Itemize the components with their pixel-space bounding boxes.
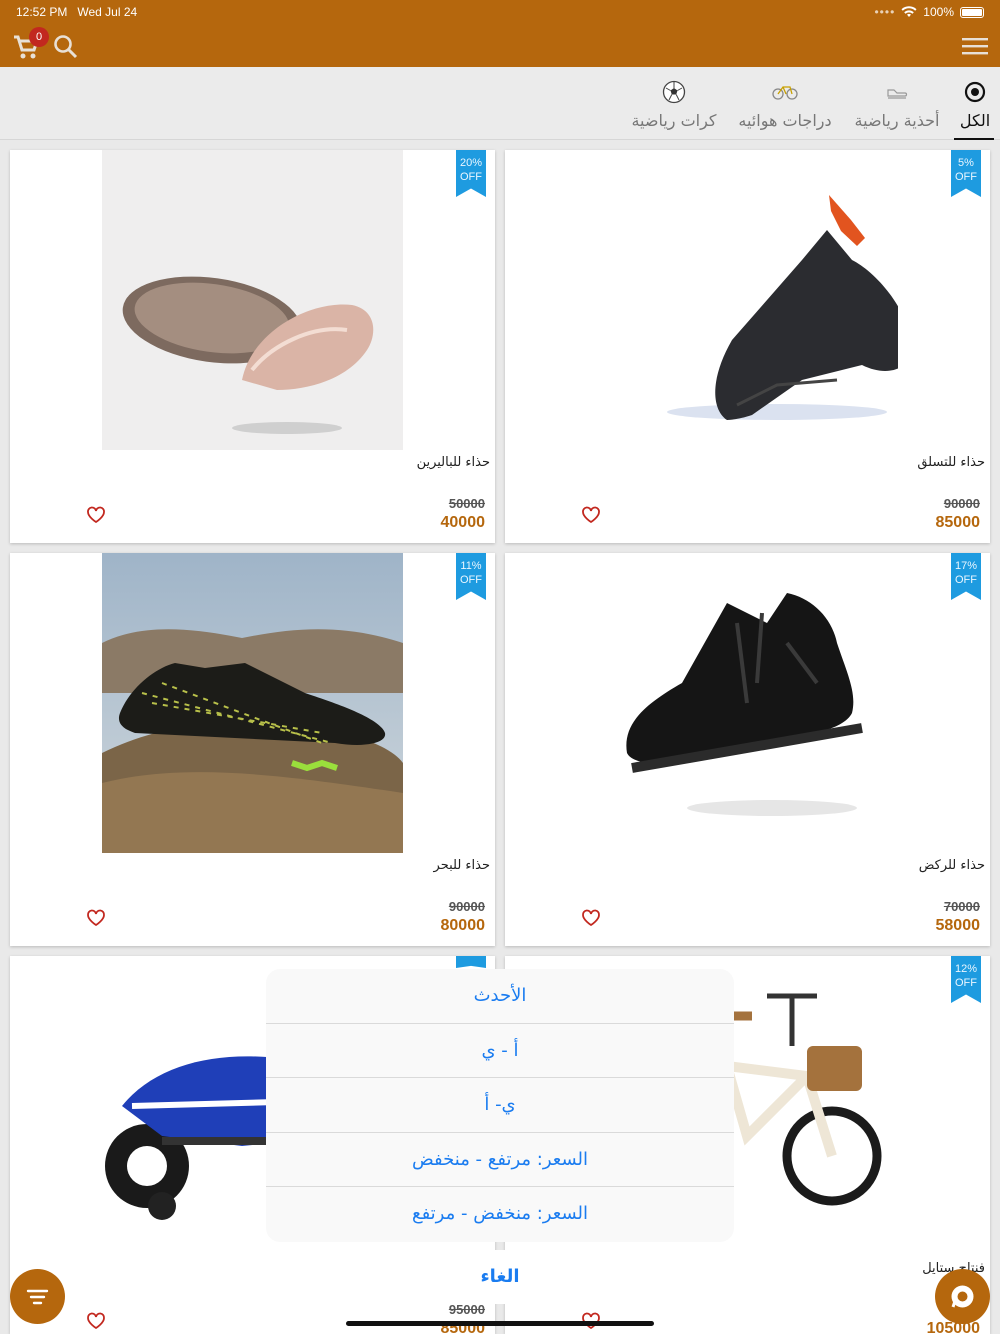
sort-option-z-a[interactable]: ي- أ [266, 1078, 734, 1133]
sort-action-sheet: الأحدث أ - ي ي- أ السعر: مرتفع - منخفض ا… [266, 969, 734, 1242]
cancel-button[interactable]: الغاء [266, 1250, 734, 1304]
sort-option-price-high-low[interactable]: السعر: مرتفع - منخفض [266, 1133, 734, 1188]
home-indicator[interactable] [346, 1321, 654, 1326]
sort-option-price-low-high[interactable]: السعر: منخفض - مرتفع [266, 1187, 734, 1242]
sort-option-a-z[interactable]: أ - ي [266, 1024, 734, 1079]
sort-option-newest[interactable]: الأحدث [266, 969, 734, 1024]
